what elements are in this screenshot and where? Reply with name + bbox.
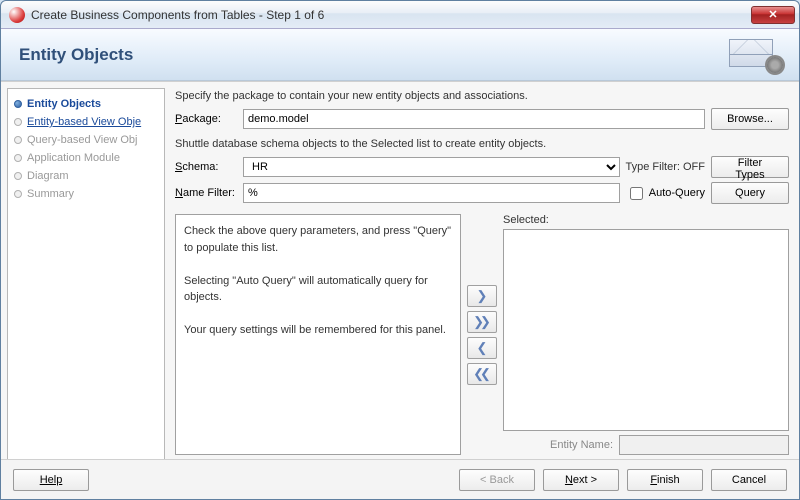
step-bullet-icon	[14, 154, 22, 162]
step-bullet-icon	[14, 136, 22, 144]
step-summary[interactable]: Summary	[12, 185, 160, 203]
shuttle-container: Check the above query parameters, and pr…	[175, 214, 789, 455]
auto-query-label: Auto-Query	[649, 187, 705, 199]
filter-types-button[interactable]: Filter Types	[711, 156, 789, 178]
available-list[interactable]: Check the above query parameters, and pr…	[175, 214, 461, 455]
entity-name-row: Entity Name:	[503, 435, 789, 455]
step-label: Entity-based View Obje	[27, 116, 141, 128]
package-row: Package: Browse...	[175, 108, 789, 130]
selected-list[interactable]	[503, 229, 789, 431]
hint-text-1: Check the above query parameters, and pr…	[184, 223, 452, 256]
step-label: Query-based View Obj	[27, 134, 137, 146]
chevron-left-icon: ❮	[477, 340, 484, 356]
schema-label: Schema:	[175, 161, 237, 173]
app-icon	[9, 7, 25, 23]
package-label: Package:	[175, 113, 237, 125]
help-button[interactable]: Help	[13, 469, 89, 491]
schema-row: Schema: HR Type Filter: OFF Filter Types	[175, 156, 789, 178]
step-entity-based-view[interactable]: Entity-based View Obje	[12, 113, 160, 131]
selected-column: Selected: Entity Name:	[503, 214, 789, 455]
help-label: Help	[40, 474, 63, 486]
step-label: Entity Objects	[27, 98, 101, 110]
close-button[interactable]: ✕	[751, 6, 795, 24]
type-filter-status: Type Filter: OFF	[626, 161, 705, 173]
query-button[interactable]: Query	[711, 182, 789, 204]
auto-query-control[interactable]: Auto-Query	[626, 184, 705, 203]
available-column: Check the above query parameters, and pr…	[175, 214, 461, 455]
package-input[interactable]	[243, 109, 705, 129]
shuttle-description: Shuttle database schema objects to the S…	[175, 138, 789, 150]
cancel-button[interactable]: Cancel	[711, 469, 787, 491]
entity-name-label: Entity Name:	[550, 439, 613, 451]
entity-name-input	[619, 435, 789, 455]
selected-label: Selected:	[503, 214, 789, 226]
page-title: Entity Objects	[19, 45, 133, 65]
step-label: Diagram	[27, 170, 69, 182]
step-diagram[interactable]: Diagram	[12, 167, 160, 185]
browse-button[interactable]: Browse...	[711, 108, 789, 130]
hint-text-3: Your query settings will be remembered f…	[184, 322, 452, 339]
step-sidebar: Entity Objects Entity-based View Obje Qu…	[7, 88, 165, 459]
header-band: Entity Objects	[1, 29, 799, 81]
gear-icon	[767, 57, 783, 73]
main-panel: Specify the package to contain your new …	[165, 82, 799, 459]
remove-button[interactable]: ❮	[467, 337, 497, 359]
step-bullet-icon	[14, 118, 22, 126]
browse-label: Browse...	[727, 113, 773, 125]
close-icon: ✕	[768, 8, 777, 21]
step-query-based-view[interactable]: Query-based View Obj	[12, 131, 160, 149]
header-graphic	[725, 35, 785, 75]
wizard-window: Create Business Components from Tables -…	[0, 0, 800, 500]
shuttle-buttons: ❯ ❯❯ ❮ ❮❮	[467, 214, 497, 455]
step-application-module[interactable]: Application Module	[12, 149, 160, 167]
double-chevron-right-icon: ❯❯	[473, 314, 487, 330]
auto-query-checkbox[interactable]	[630, 187, 643, 200]
name-filter-row: Name Filter: Auto-Query Query	[175, 182, 789, 204]
titlebar[interactable]: Create Business Components from Tables -…	[1, 1, 799, 29]
step-entity-objects[interactable]: Entity Objects	[12, 95, 160, 113]
wizard-footer: Help < Back Next > Finish Cancel	[1, 459, 799, 499]
schema-select[interactable]: HR	[243, 157, 620, 177]
double-chevron-left-icon: ❮❮	[473, 366, 487, 382]
hint-text-2: Selecting "Auto Query" will automaticall…	[184, 273, 452, 306]
step-bullet-icon	[14, 190, 22, 198]
name-filter-label: Name Filter:	[175, 187, 237, 199]
window-title: Create Business Components from Tables -…	[31, 8, 751, 22]
step-label: Application Module	[27, 152, 120, 164]
chevron-right-icon: ❯	[477, 288, 484, 304]
package-description: Specify the package to contain your new …	[175, 90, 789, 102]
finish-button[interactable]: Finish	[627, 469, 703, 491]
next-button[interactable]: Next >	[543, 469, 619, 491]
step-label: Summary	[27, 188, 74, 200]
back-button[interactable]: < Back	[459, 469, 535, 491]
add-button[interactable]: ❯	[467, 285, 497, 307]
step-bullet-icon	[14, 100, 22, 108]
add-all-button[interactable]: ❯❯	[467, 311, 497, 333]
step-bullet-icon	[14, 172, 22, 180]
name-filter-input[interactable]	[243, 183, 620, 203]
body-area: Entity Objects Entity-based View Obje Qu…	[1, 81, 799, 459]
remove-all-button[interactable]: ❮❮	[467, 363, 497, 385]
